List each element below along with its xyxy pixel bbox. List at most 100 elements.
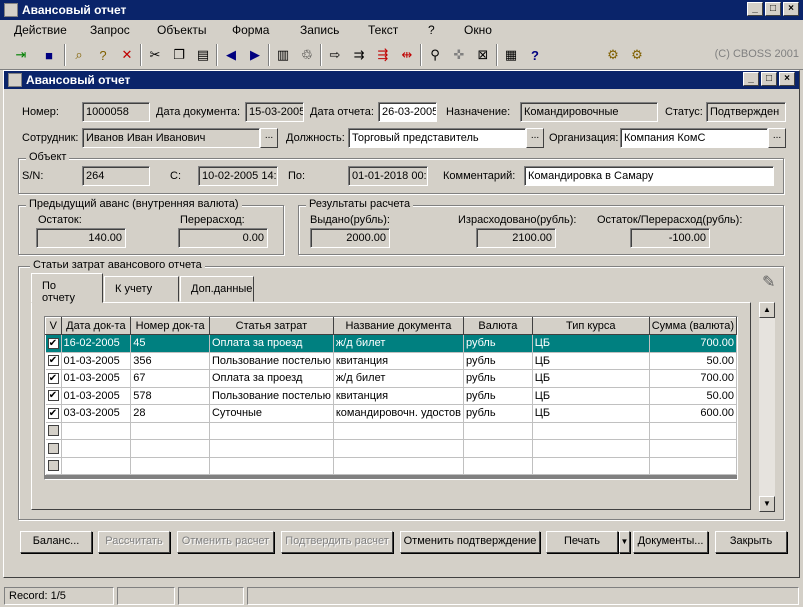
employee-field[interactable]: Иванов Иван Иванович: [82, 128, 260, 148]
settings-icon[interactable]: ⚙: [602, 44, 624, 66]
cell-rate_type[interactable]: ЦБ: [532, 352, 650, 370]
cancel-confirm-button[interactable]: Отменить подтверждение: [400, 531, 540, 553]
exit-icon[interactable]: ⇥: [10, 44, 32, 66]
cell-currency[interactable]: рубль: [463, 352, 533, 370]
report-close-button[interactable]: ×: [779, 72, 795, 86]
empty-cell[interactable]: [649, 422, 737, 440]
row-checkbox[interactable]: ✔: [45, 334, 62, 353]
menu-text[interactable]: Текст: [368, 23, 398, 37]
scroll-down-icon[interactable]: ▼: [759, 496, 775, 512]
table-row[interactable]: ✔ 01-03-2005 356 Пользование постелью квитан…: [45, 352, 737, 370]
empty-row[interactable]: [45, 422, 737, 440]
cell-date[interactable]: 01-03-2005: [61, 369, 132, 388]
insert-record-icon[interactable]: ⇨: [324, 44, 346, 66]
app-icon[interactable]: [4, 3, 18, 17]
cell-amount[interactable]: 50.00: [649, 352, 737, 370]
cell-amount[interactable]: 700.00: [649, 369, 737, 388]
cell-doc_name[interactable]: квитанция: [333, 352, 465, 370]
empty-cell[interactable]: [130, 439, 210, 458]
scroll-up-icon[interactable]: ▲: [759, 302, 775, 318]
organization-field[interactable]: Компания КомС: [620, 128, 768, 148]
column-header[interactable]: Статья затрат: [208, 317, 334, 335]
to-field[interactable]: 01-01-2018 00:2: [348, 166, 428, 186]
prev-record-icon[interactable]: ◀: [220, 44, 242, 66]
cell-amount[interactable]: 700.00: [649, 334, 737, 353]
query-run-icon[interactable]: ?: [92, 44, 114, 66]
confirm-calc-button[interactable]: Подтвердить расчет: [281, 531, 393, 553]
menu-form[interactable]: Форма: [232, 23, 269, 37]
column-header[interactable]: Тип курса: [531, 317, 650, 335]
paste-icon[interactable]: ▤: [192, 44, 214, 66]
empty-cell[interactable]: [532, 439, 650, 458]
empty-cell[interactable]: [209, 439, 334, 458]
remove-record-icon[interactable]: ⇶: [372, 44, 394, 66]
maximize-button[interactable]: □: [765, 2, 781, 16]
cell-article[interactable]: Оплата за проезд: [209, 369, 334, 388]
prev-balance-field[interactable]: 140.00: [36, 228, 126, 248]
empty-cell[interactable]: [649, 439, 737, 458]
empty-cell[interactable]: [463, 457, 533, 475]
minimize-button[interactable]: _: [747, 2, 763, 16]
column-header[interactable]: V: [45, 317, 62, 335]
cell-date[interactable]: 03-03-2005: [61, 404, 132, 423]
empty-cell[interactable]: [532, 422, 650, 440]
cell-num[interactable]: 67: [130, 369, 210, 388]
status-field[interactable]: Подтвержден: [706, 102, 786, 122]
clear-record-icon[interactable]: ⇹: [396, 44, 418, 66]
tools-icon[interactable]: ⚙: [626, 44, 648, 66]
empty-cell[interactable]: [61, 457, 132, 475]
cell-rate_type[interactable]: ЦБ: [532, 387, 650, 405]
empty-cell[interactable]: [130, 457, 210, 475]
cut-icon[interactable]: ✂: [144, 44, 166, 66]
menu-help[interactable]: ?: [428, 23, 435, 37]
empty-cell[interactable]: [649, 457, 737, 475]
menu-query[interactable]: Запрос: [90, 23, 130, 37]
duplicate-record-icon[interactable]: ⇉: [348, 44, 370, 66]
issued-field[interactable]: 2000.00: [310, 228, 390, 248]
row-checkbox[interactable]: ✔: [45, 387, 62, 405]
empty-cell[interactable]: [333, 422, 465, 440]
position-field[interactable]: Торговый представитель: [348, 128, 526, 148]
delete-icon[interactable]: ♲: [296, 44, 318, 66]
empty-cell[interactable]: [61, 422, 132, 440]
empty-cell[interactable]: [333, 457, 465, 475]
table-row[interactable]: ✔ 01-03-2005 578 Пользование постелью квитан…: [45, 387, 737, 405]
cancel-calc-button[interactable]: Отменить расчет: [177, 531, 274, 553]
empty-cell[interactable]: [333, 439, 465, 458]
tab-extra-data[interactable]: Доп.данные: [180, 276, 254, 302]
empty-cell[interactable]: [130, 422, 210, 440]
cell-currency[interactable]: рубль: [463, 334, 533, 353]
calculate-button[interactable]: Рассчитать: [98, 531, 170, 553]
menu-record[interactable]: Запись: [300, 23, 339, 37]
tab-by-report[interactable]: По отчету: [31, 273, 103, 304]
remainder-field[interactable]: -100.00: [630, 228, 710, 248]
cell-rate_type[interactable]: ЦБ: [532, 334, 650, 353]
organization-lookup-button[interactable]: ...: [768, 128, 786, 148]
close-form-button[interactable]: Закрыть: [715, 531, 787, 553]
empty-cell[interactable]: [532, 457, 650, 475]
cell-article[interactable]: Оплата за проезд: [209, 334, 334, 353]
tab-vertical-scrollbar[interactable]: ▲ ▼: [759, 302, 775, 512]
clear-filter-icon[interactable]: ⊠: [472, 44, 494, 66]
cell-currency[interactable]: рубль: [463, 369, 533, 388]
number-field[interactable]: 1000058: [82, 102, 150, 122]
employee-lookup-button[interactable]: ...: [260, 128, 278, 148]
cell-num[interactable]: 578: [130, 387, 210, 405]
query-icon[interactable]: ⌕: [68, 44, 90, 66]
report-icon[interactable]: ▦: [500, 44, 522, 66]
find-icon[interactable]: ⚲: [424, 44, 446, 66]
row-checkbox[interactable]: ✔: [45, 369, 62, 388]
position-lookup-button[interactable]: ...: [526, 128, 544, 148]
cell-num[interactable]: 28: [130, 404, 210, 423]
documents-button[interactable]: Документы...: [633, 531, 708, 553]
cell-article[interactable]: Суточные: [209, 404, 334, 423]
cell-rate_type[interactable]: ЦБ: [532, 404, 650, 423]
cell-date[interactable]: 01-03-2005: [61, 387, 132, 405]
cell-article[interactable]: Пользование постелью: [209, 387, 334, 405]
purpose-field[interactable]: Командировочные: [520, 102, 658, 122]
empty-row[interactable]: [45, 457, 737, 475]
table-row[interactable]: ✔ 03-03-2005 28 Суточные командировочн. удос…: [45, 404, 737, 423]
copy-icon[interactable]: ❐: [168, 44, 190, 66]
balance-button[interactable]: Баланс...: [20, 531, 92, 553]
row-checkbox[interactable]: ✔: [45, 352, 62, 370]
